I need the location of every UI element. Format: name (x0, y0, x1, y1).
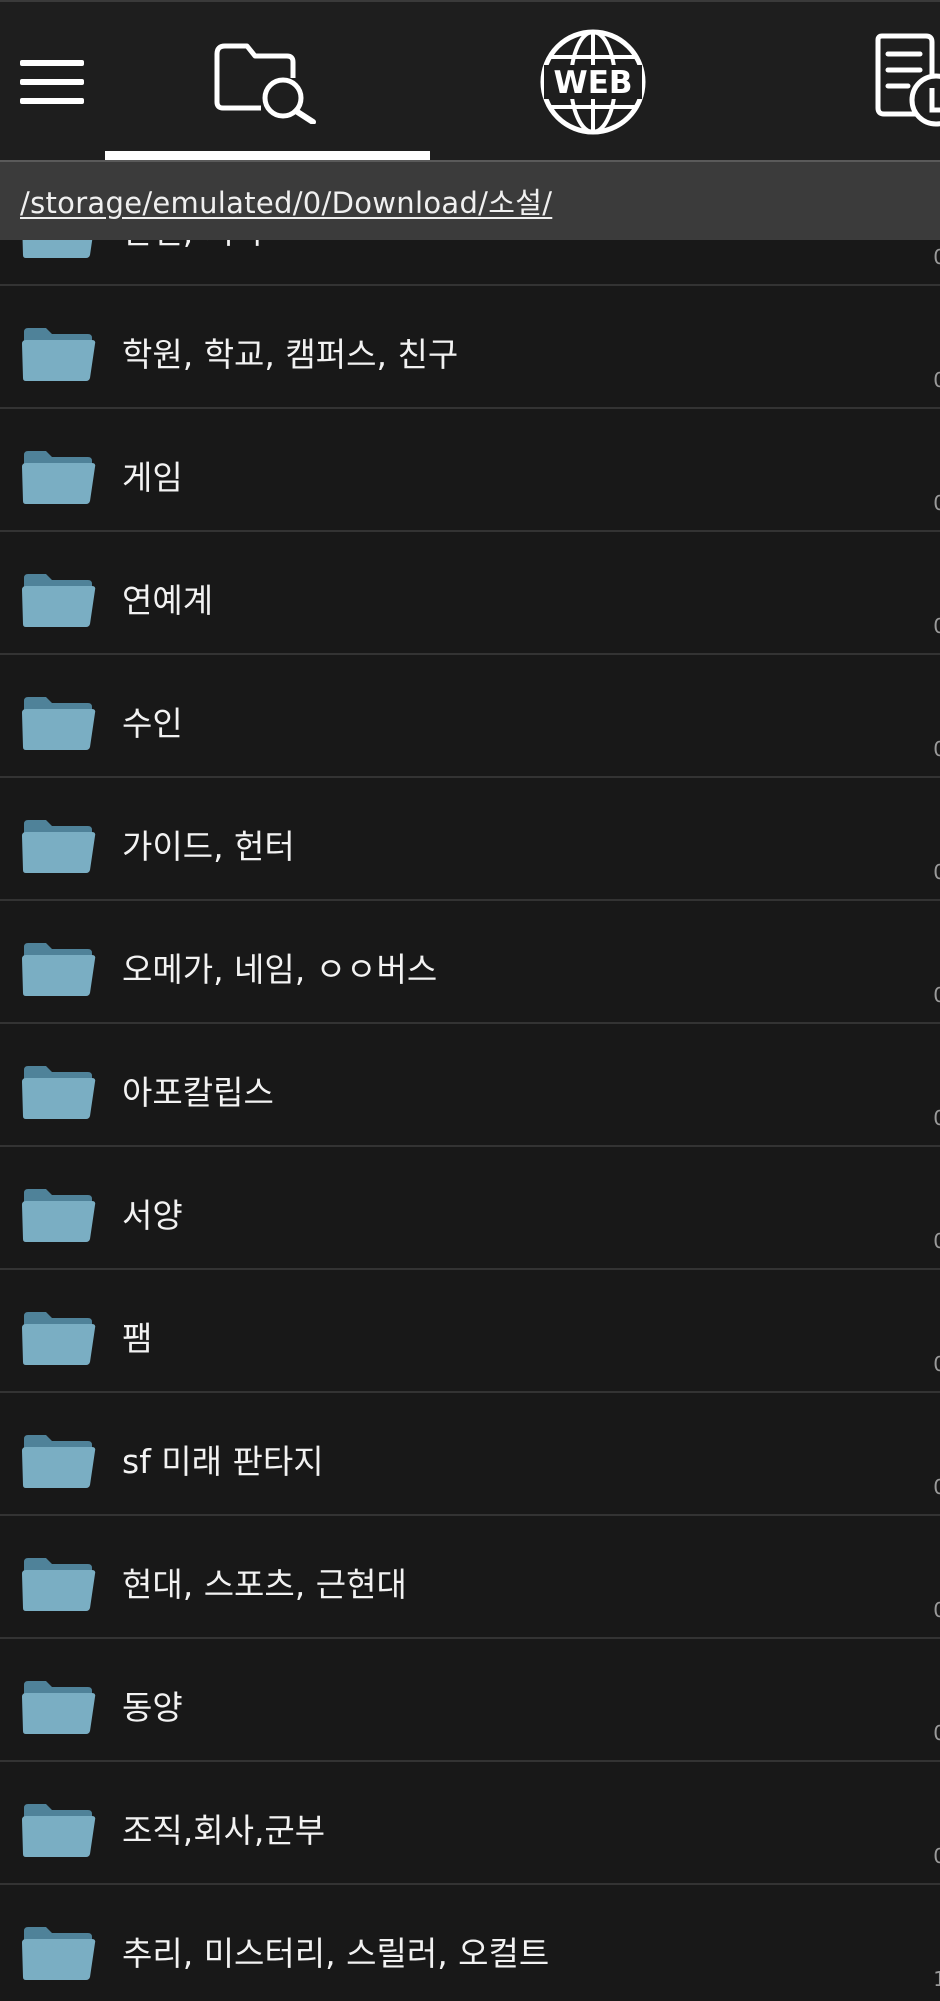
folder-name: 가이드, 헌터 (122, 827, 295, 866)
folder-item-count: 0 (933, 1475, 940, 1499)
folder-name: sf 미래 판타지 (122, 1442, 324, 1481)
folder-icon (22, 1189, 96, 1242)
folder-item-count: 0 (933, 245, 940, 269)
document-list-icon (875, 33, 940, 127)
folder-list[interactable]: 단편, 기타0학원, 학교, 캠퍼스, 친구0게임0연예계0수인0가이드, 헌터… (0, 240, 940, 2001)
web-label: WEB (554, 65, 633, 101)
folder-name: 학원, 학교, 캠퍼스, 친구 (122, 335, 459, 374)
folder-row[interactable]: 팸0 (0, 1270, 940, 1393)
folder-name: 현대, 스포츠, 근현대 (122, 1565, 407, 1604)
top-toolbar: WEB (0, 0, 940, 160)
folder-row[interactable]: 가이드, 헌터 0 (0, 778, 940, 901)
folder-icon (22, 1558, 96, 1611)
folder-icon (22, 1435, 96, 1488)
folder-icon (22, 1804, 96, 1857)
selected-tab-indicator (105, 151, 430, 160)
folder-row[interactable]: 학원, 학교, 캠퍼스, 친구 0 (0, 286, 940, 409)
folder-row[interactable]: 아포칼립스 0 (0, 1024, 940, 1147)
folder-row[interactable]: 추리, 미스터리, 스릴러, 오컬트 1 (0, 1885, 940, 2001)
folder-item-count: 0 (933, 1721, 940, 1745)
folder-name: 오메가, 네임, ㅇㅇ버스 (122, 950, 438, 989)
folder-item-count: 1 (933, 1967, 940, 1991)
folder-rows: 단편, 기타0학원, 학교, 캠퍼스, 친구0게임0연예계0수인0가이드, 헌터… (0, 240, 940, 2001)
folder-name: 아포칼립스 (122, 1073, 274, 1112)
folder-item-count: 0 (933, 983, 940, 1007)
tab-file-browser[interactable] (104, 2, 430, 162)
folder-name: 서양 (122, 1196, 183, 1235)
folder-name: 게임 (122, 458, 183, 497)
hamburger-menu-icon (20, 60, 84, 104)
folder-icon (22, 240, 93, 258)
folder-search-icon (214, 43, 316, 124)
folder-item-count: 0 (933, 1229, 940, 1253)
folder-row[interactable]: 게임 0 (0, 409, 940, 532)
folder-row[interactable]: 동양 0 (0, 1639, 940, 1762)
folder-icon (22, 943, 96, 996)
web-globe-icon: WEB (540, 29, 646, 135)
folder-icon (22, 574, 96, 627)
folder-item-count: 0 (933, 1844, 940, 1868)
tab-documents[interactable] (756, 2, 940, 162)
folder-name: 동양 (122, 1688, 183, 1727)
folder-row[interactable]: 현대, 스포츠, 근현대 0 (0, 1516, 940, 1639)
folder-row[interactable]: 서양 0 (0, 1147, 940, 1270)
folder-item-count: 0 (933, 614, 940, 638)
folder-item-count: 0 (933, 1598, 940, 1622)
folder-row[interactable]: sf 미래 판타지 0 (0, 1393, 940, 1516)
file-manager-app: WEB /storage/emulated/0/Download/소설/ 단편,… (0, 0, 940, 2001)
folder-icon (22, 1312, 96, 1365)
folder-name: 팸 (122, 1319, 153, 1358)
folder-icon (22, 1066, 96, 1119)
folder-item-count: 0 (933, 368, 940, 392)
folder-icon (22, 820, 96, 873)
folder-item-count: 0 (933, 860, 940, 884)
folder-row[interactable]: 수인 0 (0, 655, 940, 778)
folder-row[interactable]: 단편, 기타 0 (0, 240, 940, 286)
folder-row[interactable]: 오메가, 네임, ㅇㅇ버스 0 (0, 901, 940, 1024)
tab-web[interactable]: WEB (430, 2, 756, 162)
folder-icon (22, 451, 96, 504)
folder-icon (22, 1927, 96, 1980)
path-bar[interactable]: /storage/emulated/0/Download/소설/ (0, 160, 940, 240)
folder-icon (22, 1681, 96, 1734)
current-path[interactable]: /storage/emulated/0/Download/소설/ (20, 180, 552, 222)
folder-icon (22, 328, 96, 381)
folder-item-count: 0 (933, 1352, 940, 1376)
folder-row[interactable]: 연예계 0 (0, 532, 940, 655)
folder-name: 단편, 기타 (122, 240, 264, 253)
folder-name: 연예계 (122, 581, 214, 620)
folder-icon (22, 697, 96, 750)
folder-item-count: 0 (933, 1106, 940, 1130)
menu-button[interactable] (0, 2, 104, 162)
folder-name: 추리, 미스터리, 스릴러, 오컬트 (122, 1934, 550, 1973)
folder-item-count: 0 (933, 737, 940, 761)
folder-item-count: 0 (933, 491, 940, 515)
folder-name: 조직,회사,군부 (122, 1811, 326, 1850)
folder-row[interactable]: 조직,회사,군부 0 (0, 1762, 940, 1885)
folder-name: 수인 (122, 704, 183, 743)
